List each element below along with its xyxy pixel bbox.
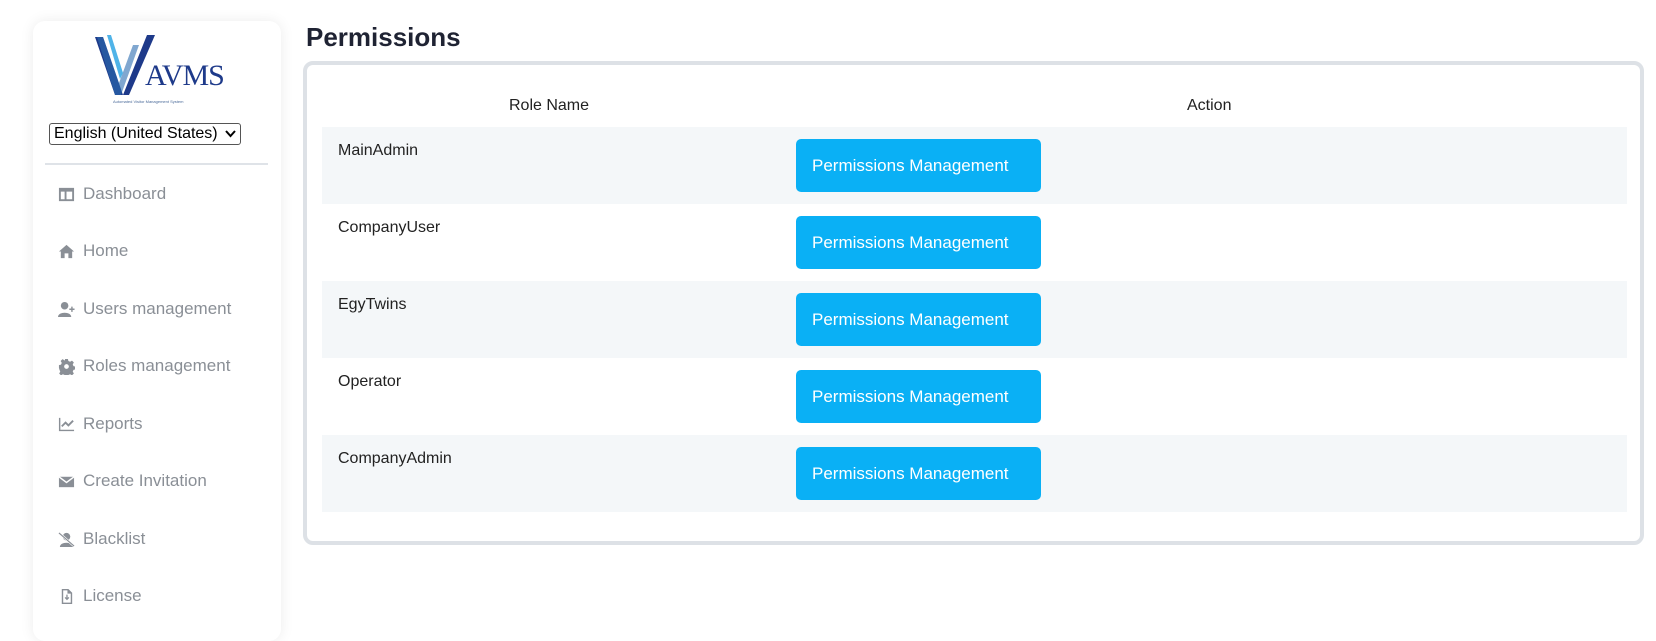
column-header-role-name: Role Name — [509, 97, 590, 114]
envelope-icon — [57, 472, 75, 490]
table-row: CompanyAdmin Permissions Management — [322, 435, 1627, 512]
language-select-value: English (United States) — [54, 125, 218, 142]
permissions-management-button[interactable]: Permissions Management — [796, 370, 1041, 423]
role-name: CompanyUser — [338, 219, 441, 236]
chevron-down-icon — [225, 127, 236, 141]
sidebar-item-label: Users management — [83, 299, 232, 318]
chart-line-icon — [57, 415, 75, 433]
page-title: Permissions — [306, 22, 461, 52]
permissions-management-button[interactable]: Permissions Management — [796, 447, 1041, 500]
sidebar-item-create-invitation[interactable]: Create Invitation — [57, 468, 207, 494]
table-row: Operator Permissions Management — [322, 358, 1627, 435]
app-logo[interactable]: AVMS Automated Visitor Management System — [93, 33, 225, 104]
role-name: Operator — [338, 373, 402, 390]
sidebar-item-label: Blacklist — [83, 529, 146, 548]
permissions-management-button[interactable]: Permissions Management — [796, 216, 1041, 269]
sidebar-item-roles-management[interactable]: Roles management — [57, 353, 230, 379]
file-download-icon — [57, 587, 75, 605]
permissions-table-body: MainAdmin Permissions Management Company… — [322, 127, 1627, 512]
permissions-management-button[interactable]: Permissions Management — [796, 139, 1041, 192]
sidebar-item-label: Reports — [83, 414, 143, 433]
sidebar-divider — [45, 163, 268, 165]
sidebar-item-label: License — [83, 586, 142, 605]
sidebar-item-users-management[interactable]: Users management — [57, 296, 231, 322]
sidebar-item-label: Roles management — [83, 356, 231, 375]
sidebar-item-license[interactable]: License — [57, 583, 142, 609]
permissions-management-button[interactable]: Permissions Management — [796, 293, 1041, 346]
role-name: MainAdmin — [338, 142, 419, 159]
sidebar-item-blacklist[interactable]: Blacklist — [57, 526, 145, 552]
home-icon — [57, 242, 75, 260]
user-add-icon — [57, 300, 75, 318]
table-row: EgyTwins Permissions Management — [322, 281, 1627, 358]
sidebar: AVMS Automated Visitor Management System… — [33, 21, 281, 641]
column-header-action: Action — [1187, 97, 1232, 114]
logo-text: AVMS — [145, 59, 225, 92]
table-row: MainAdmin Permissions Management — [322, 127, 1627, 204]
sidebar-item-dashboard[interactable]: Dashboard — [57, 181, 166, 207]
language-select[interactable]: English (United States) — [49, 123, 241, 145]
role-name: CompanyAdmin — [338, 450, 452, 467]
gear-icon — [57, 357, 75, 375]
sidebar-item-label: Create Invitation — [83, 471, 207, 490]
logo-tagline: Automated Visitor Management System — [113, 99, 184, 104]
role-name: EgyTwins — [338, 296, 407, 313]
sidebar-item-home[interactable]: Home — [57, 238, 128, 264]
sidebar-item-label: Dashboard — [83, 184, 167, 203]
permissions-table-card: Role Name Action MainAdmin Permissions M… — [303, 61, 1644, 545]
dashboard-icon — [57, 185, 75, 203]
sidebar-item-label: Home — [83, 241, 129, 260]
table-row: CompanyUser Permissions Management — [322, 204, 1627, 281]
sidebar-item-reports[interactable]: Reports — [57, 411, 143, 437]
user-slash-icon — [57, 530, 75, 548]
